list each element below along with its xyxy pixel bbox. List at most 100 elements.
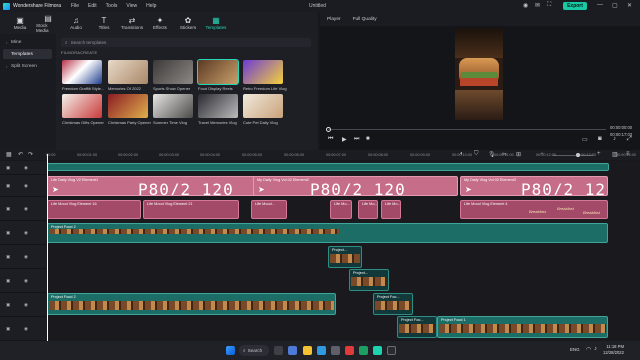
tab-stock-media[interactable]: ▤ Stock Media	[36, 12, 60, 34]
sidebar-item-split-screen[interactable]: › Split Screen	[3, 61, 52, 71]
timeline-clip[interactable]: Life Mo...	[330, 200, 352, 219]
speaker-icon[interactable]: ♪	[594, 346, 597, 352]
lock-icon[interactable]: ▣	[6, 165, 10, 171]
file-explorer-icon[interactable]	[303, 346, 312, 355]
timeline-clip[interactable]: Project Food 2	[47, 293, 336, 315]
edge-browser-icon[interactable]	[317, 346, 326, 355]
widgets-icon[interactable]	[288, 346, 297, 355]
close-icon[interactable]: ✕	[627, 2, 632, 9]
minimize-icon[interactable]: —	[597, 2, 603, 8]
timeline-clip[interactable]: Project Food 2	[47, 223, 608, 243]
timeline-clip[interactable]: Project Foo...	[397, 316, 437, 338]
lock-icon[interactable]: ▣	[6, 206, 10, 212]
menu-tools[interactable]: Tools	[106, 3, 118, 9]
template-thumbnail[interactable]	[62, 60, 102, 84]
taskbar-clock[interactable]: 11:18 PM 12/28/2022	[603, 344, 624, 356]
timeline-clip[interactable]: Life Mood Vlog Element 16	[47, 200, 141, 219]
tab-media[interactable]: ▣ Media	[8, 12, 32, 34]
eye-icon[interactable]: ◉	[24, 230, 28, 236]
menu-file[interactable]: File	[71, 3, 79, 9]
timeline-clip[interactable]: Project...	[349, 269, 389, 291]
lock-icon[interactable]: ▣	[6, 302, 10, 308]
template-thumbnail[interactable]	[198, 94, 238, 118]
fullscreen-icon[interactable]: ⤢	[627, 136, 632, 143]
timeline-clip[interactable]	[47, 163, 609, 171]
eye-icon[interactable]: ◉	[24, 206, 28, 212]
step-back-icon[interactable]: ⏮	[328, 136, 333, 143]
snapshot-icon[interactable]: ▭	[582, 136, 588, 143]
tab-audio[interactable]: ♫ Audio	[64, 12, 88, 34]
eye-icon[interactable]: ◉	[24, 278, 28, 284]
undo-icon[interactable]: ↶	[18, 151, 23, 158]
playback-scrubber[interactable]	[328, 129, 606, 130]
account-icon[interactable]: ◉	[523, 2, 528, 9]
grid-icon[interactable]: ▦	[6, 151, 12, 158]
timeline-clip[interactable]: Life Mo...	[358, 200, 378, 219]
template-thumbnail[interactable]	[243, 94, 283, 118]
camera-icon[interactable]: ◙	[598, 136, 602, 142]
timeline-clip[interactable]: Project Food 1	[437, 316, 608, 338]
store-icon[interactable]	[331, 346, 340, 355]
eye-icon[interactable]: ◉	[24, 165, 28, 171]
timeline-clip[interactable]: Life Mo...	[381, 200, 401, 219]
menu-help[interactable]: Help	[146, 3, 156, 9]
sidebar-item-mine[interactable]: › Mine	[3, 37, 52, 47]
notification-icon[interactable]: ✉	[535, 2, 540, 9]
maximize-icon[interactable]: ▢	[612, 2, 618, 9]
timeline-clip[interactable]: My Daily Vlog Vol 02 Element2 ➤ P80/2 12…	[253, 176, 458, 196]
timeline-clip[interactable]: Project...	[328, 246, 362, 268]
excel-icon[interactable]	[359, 346, 368, 355]
language-indicator[interactable]: ENG	[570, 347, 580, 352]
play-icon[interactable]: ▶	[342, 136, 347, 143]
template-thumbnail[interactable]	[108, 94, 148, 118]
template-thumbnail-selected[interactable]	[197, 59, 239, 85]
timeline-clip[interactable]: Life Mood Vlog Element 21	[143, 200, 239, 219]
step-forward-icon[interactable]: ⏭	[354, 136, 359, 143]
menu-edit[interactable]: Edit	[88, 3, 97, 9]
lock-icon[interactable]: ▣	[6, 278, 10, 284]
task-view-icon[interactable]	[274, 346, 283, 355]
timeline-clip[interactable]: Project Foo...	[373, 293, 413, 315]
search-input[interactable]: ⌕ Search templates	[61, 38, 311, 47]
filmora-taskbar-icon[interactable]	[373, 346, 382, 355]
quality-select[interactable]: Full Quality	[353, 17, 377, 22]
stop-icon[interactable]: ■	[366, 136, 370, 142]
eye-icon[interactable]: ◉	[24, 302, 28, 308]
taskbar-search[interactable]: ⌕ Search	[239, 345, 269, 356]
eye-icon[interactable]: ◉	[24, 254, 28, 260]
tab-stickers[interactable]: ✿ Stickers	[176, 12, 200, 34]
timeline-clip[interactable]: My Daily Vlog Vol 02 Element3 ➤ P80/2 12…	[460, 176, 608, 196]
sidebar-item-templates[interactable]: Templates	[3, 49, 52, 59]
redo-icon[interactable]: ↷	[28, 151, 33, 158]
menu-view[interactable]: View	[126, 3, 137, 9]
scrubber-handle[interactable]	[326, 127, 331, 132]
timeline-clip[interactable]: Life Mood Vlog Element 4 Breakfast Break…	[460, 200, 608, 219]
lock-icon[interactable]: ▣	[6, 230, 10, 236]
template-thumbnail[interactable]	[108, 60, 148, 84]
tab-templates[interactable]: ▦ Templates	[204, 12, 228, 34]
tab-effects[interactable]: ✦ Effects	[148, 12, 172, 34]
lock-icon[interactable]: ▣	[6, 254, 10, 260]
lock-icon[interactable]: ▣	[6, 183, 10, 189]
template-thumbnail[interactable]	[153, 60, 193, 84]
lock-icon[interactable]: ▣	[6, 326, 10, 332]
windows-start-icon[interactable]	[226, 346, 235, 355]
ruler-tick: 00:00:06:00	[284, 153, 305, 157]
playhead[interactable]	[47, 154, 48, 341]
volume-icon[interactable]: ♪	[613, 136, 616, 142]
timeline-clip[interactable]: Life Daily Vlog V2 Element1 ➤ P80/2 120	[47, 176, 282, 196]
timeline-ruler[interactable]: 00:00 00:00:01:00 00:00:02:00 00:00:03:0…	[46, 151, 640, 161]
eye-icon[interactable]: ◉	[24, 183, 28, 189]
eye-icon[interactable]: ◉	[24, 326, 28, 332]
terminal-icon[interactable]	[387, 346, 396, 355]
export-button[interactable]: Export	[563, 2, 587, 10]
app-icon[interactable]	[345, 346, 354, 355]
tab-transitions[interactable]: ⇄ Transitions	[120, 12, 144, 34]
template-thumbnail[interactable]	[153, 94, 193, 118]
tab-titles[interactable]: T Titles	[92, 12, 116, 34]
timeline-clip[interactable]: Life Mood...	[251, 200, 287, 219]
template-thumbnail[interactable]	[243, 60, 283, 84]
fullscreen-icon[interactable]: ⛶	[547, 2, 551, 9]
wifi-icon[interactable]: ◠	[586, 346, 591, 353]
template-thumbnail[interactable]	[62, 94, 102, 118]
